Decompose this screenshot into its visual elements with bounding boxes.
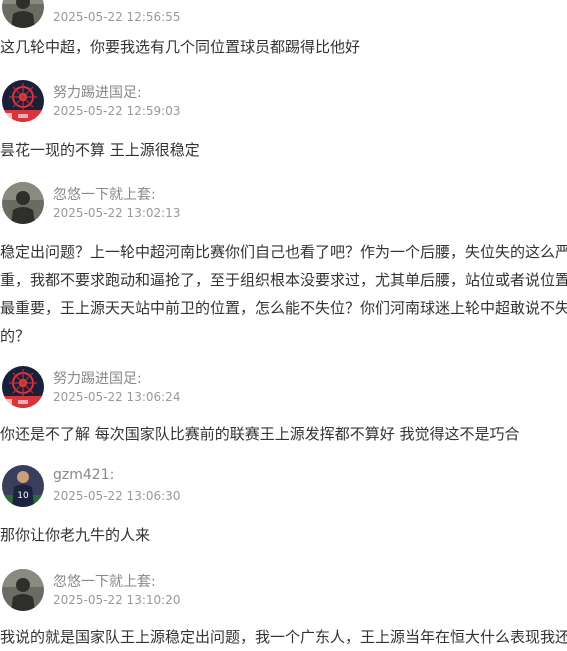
fireworks-avatar-icon[interactable]: [2, 366, 44, 408]
comment-text-line: 这几轮中超，你要我选有几个同位置球员都踢得比他好: [0, 38, 361, 56]
fireworks-avatar-icon[interactable]: [2, 80, 44, 122]
comment-timestamp: 2025-05-22 12:59:03: [53, 104, 181, 118]
comment-item: 忽悠一下就上套: 2025-05-22 13:10:20 我说的就是国家队王上源…: [0, 569, 567, 646]
comment-item: 2025-05-22 12:56:55 这几轮中超，你要我选有几个同位置球员都踢…: [0, 0, 567, 56]
comment-item: 10 gzm421: 2025-05-22 13:06:30 那你让你老九牛的人…: [0, 465, 567, 544]
comment-header: 努力踢进国足: 2025-05-22 12:59:03: [0, 80, 567, 126]
comment-timestamp: 2025-05-22 13:10:20: [53, 593, 181, 607]
comment-text: 昙花一现的不算 王上源很稳定: [0, 136, 567, 164]
comment-timestamp: 2025-05-22 13:06:30: [53, 489, 181, 503]
soldier-avatar-icon[interactable]: [2, 569, 44, 611]
comment-timestamp: 2025-05-22 12:56:55: [53, 10, 181, 24]
comment-header: 10 gzm421: 2025-05-22 13:06:30: [0, 465, 567, 511]
soldier-avatar-icon[interactable]: [2, 0, 44, 28]
comment-text-line: 重，我都不要求跑动和逼抢了，至于组织根本没要求过，尤其单后腰，站位或者说位置: [0, 271, 567, 289]
comment-text-line: 你还是不了解 每次国家队比赛前的联赛王上源发挥都不算好 我觉得这不是巧合: [0, 425, 520, 443]
comment-timestamp: 2025-05-22 13:02:13: [53, 206, 181, 220]
comment-text-line: 最重要，王上源天天站中前卫的位置，怎么能不失位？你们河南球迷上轮中超敢说不失: [0, 299, 567, 317]
soldier-avatar-icon[interactable]: [2, 182, 44, 224]
comment-username[interactable]: 努力踢进国足:: [53, 368, 142, 388]
comment-text: 你还是不了解 每次国家队比赛前的联赛王上源发挥都不算好 我觉得这不是巧合: [0, 420, 567, 448]
comment-header: 努力踢进国足: 2025-05-22 13:06:24: [0, 366, 567, 412]
comment-timestamp: 2025-05-22 13:06:24: [53, 390, 181, 404]
footballer-avatar-icon[interactable]: 10: [2, 465, 44, 507]
comment-item: 忽悠一下就上套: 2025-05-22 13:02:13 稳定出问题？上一轮中超…: [0, 182, 567, 345]
comment-username[interactable]: 努力踢进国足:: [53, 82, 142, 102]
comment-text-line: 那你让你老九牛的人来: [0, 526, 151, 544]
svg-text:10: 10: [17, 491, 29, 501]
comment-text: 稳定出问题？上一轮中超河南比赛你们自己也看了吧？作为一个后腰，失位失的这么严 重…: [0, 238, 567, 350]
comment-header: 忽悠一下就上套: 2025-05-22 13:02:13: [0, 182, 567, 228]
comment-username[interactable]: gzm421:: [53, 467, 114, 483]
comment-text-line: 我说的就是国家队王上源稳定出问题，我一个广东人，王上源当年在恒大什么表现我还: [0, 628, 567, 646]
comment-text-line: 的？: [0, 327, 31, 345]
comment-text: 这几轮中超，你要我选有几个同位置球员都踢得比他好: [0, 33, 567, 61]
comment-username[interactable]: 忽悠一下就上套:: [53, 184, 156, 204]
comment-header: 忽悠一下就上套: 2025-05-22 13:10:20: [0, 569, 567, 615]
comment-text: 我说的就是国家队王上源稳定出问题，我一个广东人，王上源当年在恒大什么表现我还: [0, 623, 567, 651]
comment-username[interactable]: 忽悠一下就上套:: [53, 571, 156, 591]
comment-item: 努力踢进国足: 2025-05-22 13:06:24 你还是不了解 每次国家队…: [0, 366, 567, 443]
comment-text-line: 稳定出问题？上一轮中超河南比赛你们自己也看了吧？作为一个后腰，失位失的这么严: [0, 243, 567, 261]
comment-header: 2025-05-22 12:56:55: [0, 0, 567, 32]
comment-item: 努力踢进国足: 2025-05-22 12:59:03 昙花一现的不算 王上源很…: [0, 80, 567, 159]
comment-text: 那你让你老九牛的人来: [0, 521, 567, 549]
comment-text-line: 昙花一现的不算 王上源很稳定: [0, 141, 200, 159]
